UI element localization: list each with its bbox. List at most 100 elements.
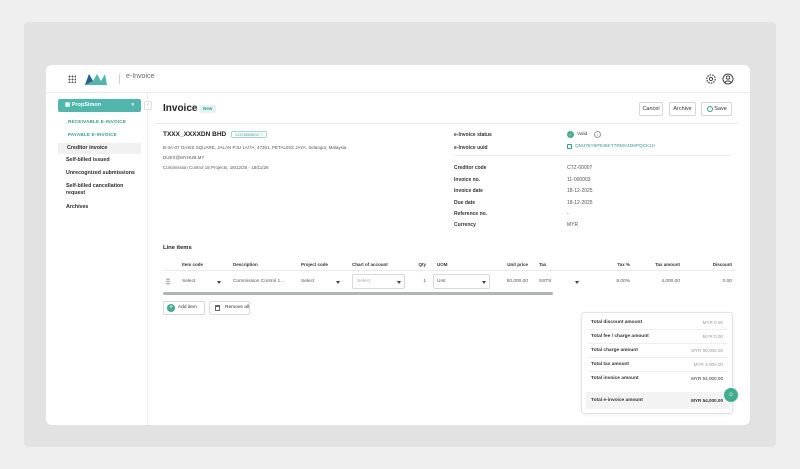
nav-archives[interactable]: Archives [66,204,88,211]
due-date-label: Due date [454,200,476,206]
details-divider [454,155,732,156]
chevron-down-icon [336,281,340,284]
total-discount-value: MYR 0.00 [702,320,723,325]
tax-select[interactable]: SST8 [539,279,551,284]
app-name: e-Invoice [126,73,155,80]
chart-of-account-value: Select [357,279,371,284]
einvoice-uuid-link[interactable]: QMJ75Y5P636KT7RMV4D6PQCK10 [575,144,655,149]
item-code-select[interactable]: Select [182,279,195,284]
info-icon[interactable]: i [594,131,601,138]
creditor-code-label: Creditor code [454,165,487,171]
add-item-button[interactable]: + Add item [163,301,205,315]
einvoice-status-label: e-Invoice status [454,132,492,138]
brand-logo [85,74,107,85]
trash-icon [215,305,220,311]
nav-payable-einvoice[interactable]: PAYABLE E-INVOICE [68,132,117,137]
app-window: e-Invoice ▦ PropSimon ▾ ‹ RECEIVABLE E-I… [46,65,750,425]
external-link-icon[interactable] [567,144,572,149]
invoice-no-value: 11-000003 [567,177,591,183]
remove-all-button[interactable]: Remove all [209,301,250,315]
invoice-date-value: 18-12-2025 [567,188,593,194]
total-charge-label: Total charge amount [591,348,638,353]
chevron-down-icon [575,281,579,284]
invoice-description: Commission Control 15 Projects, 18/12/25… [163,165,269,170]
user-profile-icon[interactable] [722,73,734,85]
nav-unrecognized-submissions[interactable]: Unrecognized submissions [66,170,135,177]
nav-self-billed-cancellation-cont[interactable]: request [66,190,85,197]
chevron-down-icon: ▾ [131,102,134,108]
total-fee-label: Total fee / charge amount [591,334,649,339]
tax-pct-value: 8.00% [616,279,630,284]
chevron-down-icon [482,281,486,284]
einvoice-uuid-label: e-Invoice uuid [454,145,488,151]
creditor-code-value: CTZ-00007 [567,165,593,171]
qty-input[interactable]: 1 [408,279,426,284]
company-email: DUEX@MYHUB.MY [163,155,205,160]
top-bar: e-Invoice [46,65,750,93]
building-icon: ▦ [65,102,72,108]
chevron-down-icon [397,281,401,284]
total-discount-label: Total discount amount [591,320,643,325]
topbar-divider [119,74,120,84]
invoice-no-label: Invoice no. [454,177,481,183]
total-tax-label: Total tax amount [591,362,630,367]
save-label: Save [714,106,727,112]
nav-self-billed-cancellation[interactable]: Self-billed cancellation [66,183,123,190]
reference-no-label: Reference no. [454,211,488,217]
archive-button[interactable]: Archive [669,102,696,116]
tax-amount-value: 4,000.00 [661,279,680,284]
col-item-code: Item code [182,262,204,267]
col-unit-price: Unit price [507,262,528,267]
unit-price-input[interactable]: 50,000.00 [496,279,528,284]
page-title: Invoice [163,103,198,114]
add-item-label: Add item [178,305,197,310]
currency-value: MYR [567,222,579,228]
description-input[interactable]: Commission Control 1... [233,279,284,284]
uom-value: Unit [437,279,446,284]
reference-no-value: - [567,211,569,217]
nav-receivable-einvoice[interactable]: RECEIVABLE E-INVOICE [68,119,126,124]
nav-creditor-invoice[interactable]: Creditor invoice [58,143,141,154]
total-charge-value: MYR 50,000.00 [691,348,723,353]
check-icon: ✓ [567,131,574,138]
total-fee-value: MYR 0.00 [702,334,723,339]
tin-value: C23735508010 [235,133,259,137]
collapse-sidebar-button[interactable]: ‹ [144,101,152,110]
total-tax-value: MYR 4,000.00 [693,362,723,367]
organization-select[interactable]: ▦ PropSimon ▾ [58,99,141,112]
totals-divider [588,343,728,344]
status-badge: New [199,105,217,113]
col-chart-of-account: Chart of account [352,262,388,267]
col-tax-pct: Tax % [617,262,630,267]
check-circle-icon [707,106,713,112]
totals-divider [588,329,728,330]
remove-all-label: Remove all [225,305,249,310]
chat-support-icon[interactable]: ☺ [724,388,738,402]
col-tax-amount: Tax amount [655,262,680,267]
cancel-button[interactable]: Cancel [639,102,663,116]
discount-input[interactable]: 0.00 [696,279,732,284]
org-name: PropSimon [71,102,102,108]
totals-divider [588,357,728,358]
total-einvoice-label: Total e-invoice amount [591,398,643,403]
company-address: B-3A-07 OASIS SQUARE, JALAN PJU 1A/7A, 4… [163,145,347,150]
nav-self-billed-issued[interactable]: Self-billed issued [66,157,110,164]
due-date-value: 18-12-2025 [567,200,593,206]
settings-gear-icon[interactable] [705,73,717,85]
col-qty: Qty [418,262,426,267]
app-grid-icon[interactable] [68,75,76,83]
project-code-select[interactable]: Select [301,279,314,284]
col-project-code: Project code [301,262,329,267]
col-description: Description [233,262,258,267]
sidebar: ▦ PropSimon ▾ ‹ RECEIVABLE E-INVOICE PAY… [46,93,152,425]
col-tax: Tax [539,262,547,267]
save-button[interactable]: Save [701,102,732,116]
total-einvoice-value: MYR 54,000.00 [691,398,723,403]
col-uom: UOM [437,262,448,267]
tin-badge: C23735508010 ⓘ [231,131,268,138]
table-header-divider [163,270,735,271]
totals-panel: Total discount amount MYR 0.00 Total fee… [581,312,733,414]
table-scrollbar[interactable] [163,292,553,295]
invoice-date-label: Invoice date [454,188,483,194]
drag-handle-icon[interactable] [166,278,170,285]
